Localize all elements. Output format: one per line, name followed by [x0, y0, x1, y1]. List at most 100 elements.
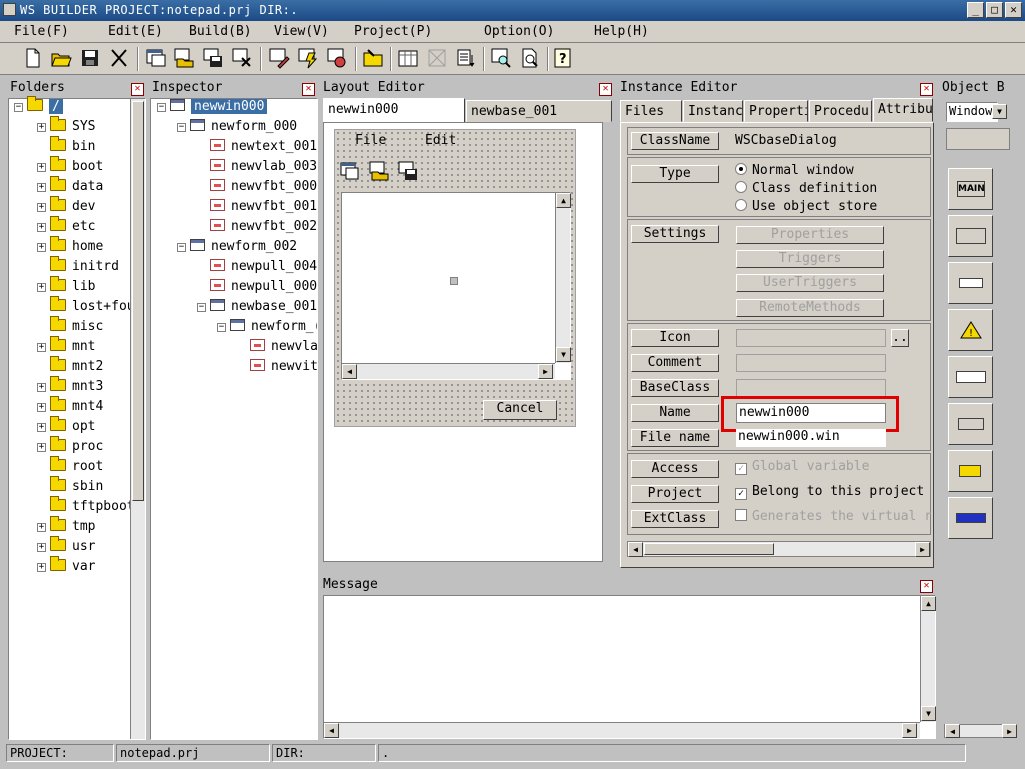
folder-item[interactable]: + dev: [37, 196, 95, 219]
global-variable-checkbox[interactable]: ✓ Global variable: [735, 459, 869, 475]
tab-files[interactable]: Files: [620, 100, 682, 122]
instance-editor-close-icon[interactable]: ✕: [920, 83, 933, 96]
object-progress-button[interactable]: [948, 497, 993, 539]
tree-node[interactable]: newvlab_003: [210, 159, 317, 179]
menu-file[interactable]: File(F): [14, 24, 69, 39]
tree-node[interactable]: − newform_000: [177, 119, 297, 139]
edit-window-icon[interactable]: [268, 47, 292, 71]
find-icon[interactable]: [490, 47, 514, 71]
tree-node[interactable]: newvla: [250, 339, 317, 359]
radio-class-definition[interactable]: Class definition: [735, 181, 877, 196]
menu-view[interactable]: View(V): [274, 24, 329, 39]
object-type-select[interactable]: Window: [946, 102, 998, 122]
tab-attributes[interactable]: Attribut: [873, 98, 933, 122]
tree-node[interactable]: newvfbt_001: [210, 199, 317, 219]
folder-item[interactable]: + usr: [37, 536, 95, 559]
tree-node[interactable]: newvfbt_002: [210, 219, 317, 239]
radio-normal-window[interactable]: Normal window: [735, 163, 854, 178]
folder-item[interactable]: + opt: [37, 416, 95, 439]
tree-node[interactable]: newpull_004: [210, 259, 317, 279]
form-preview[interactable]: File Edit ▲ ▼ ◀ ▶ Cancel: [334, 129, 576, 427]
list-icon[interactable]: [455, 47, 479, 71]
menu-project[interactable]: Project(P): [354, 24, 432, 39]
tab-newwin000[interactable]: newwin000: [323, 98, 465, 122]
tree-node[interactable]: − newbase_001: [197, 299, 317, 319]
folders-close-icon[interactable]: ✕: [131, 83, 144, 96]
tree-node[interactable]: newvit: [250, 359, 317, 379]
object-folder-button[interactable]: [948, 450, 993, 492]
tree-node[interactable]: − newform_002: [177, 239, 297, 259]
message-area[interactable]: ▲ ▼ ◀ ▶: [323, 595, 936, 739]
folders-scrollbar[interactable]: [130, 99, 145, 739]
tree-node[interactable]: newtext_001: [210, 139, 317, 159]
radio-use-object-store[interactable]: Use object store: [735, 199, 877, 214]
folder-item[interactable]: tftpboot: [50, 496, 135, 519]
folder-arrow-icon[interactable]: [362, 47, 386, 71]
object-box-hscrollbar[interactable]: ◀ ▶: [944, 724, 1017, 738]
grid-icon[interactable]: [397, 47, 421, 71]
layout-editor-close-icon[interactable]: ✕: [599, 83, 612, 96]
maximize-button[interactable]: □: [986, 2, 1003, 18]
folder-item[interactable]: + etc: [37, 216, 95, 239]
tab-properties[interactable]: Properti: [744, 100, 808, 122]
folder-item[interactable]: lost+fou: [50, 296, 135, 319]
close-window-icon[interactable]: [231, 47, 255, 71]
folder-item[interactable]: + var: [37, 556, 95, 579]
object-main-window-button[interactable]: MAIN: [948, 168, 993, 210]
menu-edit[interactable]: Edit(E): [108, 24, 163, 39]
menu-build[interactable]: Build(B): [189, 24, 252, 39]
folder-item[interactable]: + lib: [37, 276, 95, 299]
tree-node[interactable]: newvfbt_000: [210, 179, 317, 199]
run-icon[interactable]: [326, 47, 350, 71]
tab-procedures[interactable]: Procedur: [809, 100, 872, 122]
folder-item[interactable]: + mnt3: [37, 376, 103, 399]
folder-item[interactable]: + boot: [37, 156, 103, 179]
new-window-icon[interactable]: [145, 47, 169, 71]
tree-node[interactable]: − newform_(: [217, 319, 317, 339]
object-warning-button[interactable]: !: [948, 309, 993, 351]
folder-item[interactable]: + home: [37, 236, 103, 259]
icon-field[interactable]: [736, 329, 886, 347]
folder-item[interactable]: initrd: [50, 256, 119, 279]
comment-field[interactable]: [736, 354, 886, 372]
name-input[interactable]: newwin000: [736, 403, 886, 423]
close-button[interactable]: ✕: [1005, 2, 1022, 18]
properties-button[interactable]: Properties: [736, 226, 884, 244]
build-icon[interactable]: [297, 47, 321, 71]
folder-item[interactable]: + mnt: [37, 336, 95, 359]
filename-input[interactable]: newwin000.win: [736, 429, 886, 447]
baseclass-field[interactable]: [736, 379, 886, 397]
tree-node[interactable]: newpull_000: [210, 279, 317, 299]
preview-cancel-button[interactable]: Cancel: [483, 400, 557, 420]
help-icon[interactable]: ?: [552, 47, 576, 71]
save-icon[interactable]: [79, 47, 103, 71]
usertriggers-button[interactable]: UserTriggers: [736, 274, 884, 292]
open-window-icon[interactable]: [173, 47, 197, 71]
belong-project-checkbox[interactable]: ✓ Belong to this project: [735, 484, 924, 500]
attributes-hscrollbar[interactable]: ◀ ▶: [627, 541, 931, 557]
object-scroll-button[interactable]: [948, 403, 993, 445]
message-close-icon[interactable]: ✕: [920, 580, 933, 593]
tab-newbase-001[interactable]: newbase_001: [466, 100, 612, 122]
preview-text-area[interactable]: ▲ ▼ ◀ ▶: [341, 192, 571, 380]
object-dialog-button[interactable]: [948, 262, 993, 304]
icon-browse-button[interactable]: ..: [891, 329, 909, 347]
layout-canvas[interactable]: File Edit ▲ ▼ ◀ ▶ Cancel: [323, 122, 603, 562]
minimize-button[interactable]: _: [967, 2, 984, 18]
inspector-close-icon[interactable]: ✕: [302, 83, 315, 96]
preview-icon[interactable]: [519, 47, 543, 71]
cut-icon[interactable]: [108, 47, 132, 71]
triggers-button[interactable]: Triggers: [736, 250, 884, 268]
folder-item[interactable]: + mnt4: [37, 396, 103, 419]
chevron-down-icon[interactable]: ▼: [992, 104, 1007, 119]
folder-item[interactable]: + data: [37, 176, 103, 199]
remotemethods-button[interactable]: RemoteMethods: [736, 299, 884, 317]
folder-item[interactable]: + proc: [37, 436, 103, 459]
folder-item[interactable]: + tmp: [37, 516, 95, 539]
object-form-button[interactable]: [948, 215, 993, 257]
save-window-icon[interactable]: [202, 47, 226, 71]
object-textfield-button[interactable]: [948, 356, 993, 398]
new-file-icon[interactable]: [22, 47, 46, 71]
menu-help[interactable]: Help(H): [594, 24, 649, 39]
menu-option[interactable]: Option(O): [484, 24, 554, 39]
